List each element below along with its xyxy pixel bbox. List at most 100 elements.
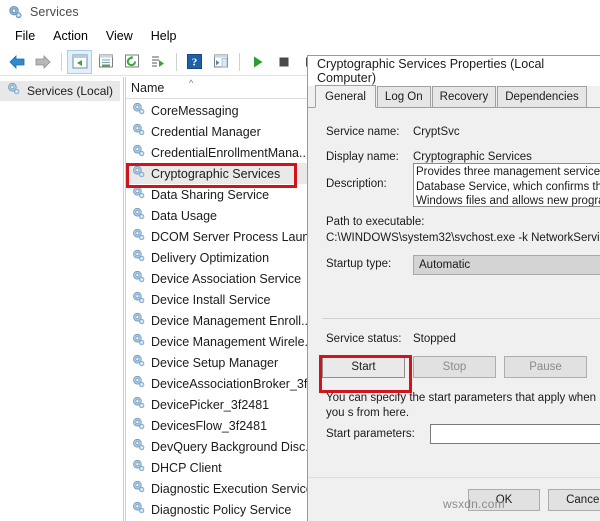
dialog-tabstrip: General Log On Recovery Dependencies <box>308 85 600 108</box>
service-name-cell: Delivery Optimization <box>151 250 270 265</box>
services-gear-icon <box>7 4 23 20</box>
service-name-cell: Diagnostic Policy Service <box>151 502 292 517</box>
service-name-cell: CoreMessaging <box>151 103 239 118</box>
properties-icon[interactable] <box>93 50 118 74</box>
service-gear-icon <box>131 311 146 331</box>
service-gear-icon <box>131 290 146 310</box>
service-name-cell: Device Management Wirele... <box>151 334 315 349</box>
stop-service-icon[interactable] <box>271 50 296 74</box>
tab-dependencies[interactable]: Dependencies <box>497 86 587 107</box>
stop-button: Stop <box>413 356 496 378</box>
service-name-label: Service name: <box>326 126 400 138</box>
tab-recovery[interactable]: Recovery <box>431 86 497 107</box>
service-status-label: Service status: <box>326 333 402 345</box>
service-name-cell: CredentialEnrollmentMana... <box>151 145 310 160</box>
service-name-cell: DevicePicker_3f2481 <box>151 397 270 412</box>
service-gear-icon <box>131 479 146 499</box>
service-gear-icon <box>131 353 146 373</box>
sidebar-item-services-local[interactable]: Services (Local) <box>0 81 120 101</box>
back-arrow-icon[interactable] <box>4 50 29 74</box>
display-name-label: Display name: <box>326 151 399 163</box>
description-textarea[interactable]: Provides three management services: C Da… <box>413 163 600 207</box>
start-parameters-hint: You can specify the start parameters tha… <box>326 392 596 419</box>
column-header-name[interactable]: Name <box>126 81 164 95</box>
service-name-cell: Device Setup Manager <box>151 355 279 370</box>
service-gear-icon <box>131 416 146 436</box>
service-gear-icon <box>131 101 146 121</box>
services-app-window: Services File Action View Help ? Service… <box>0 0 600 521</box>
display-name-value: Cryptographic Services <box>413 151 532 163</box>
service-gear-icon <box>131 248 146 268</box>
pause-button: Pause <box>504 356 587 378</box>
start-parameters-label: Start parameters: <box>326 428 415 440</box>
service-name-cell: Device Management Enroll... <box>151 313 312 328</box>
service-gear-icon <box>131 458 146 478</box>
startup-type-row: Startup type: <box>326 258 391 270</box>
sidebar-item-label: Services (Local) <box>27 84 114 98</box>
service-name-cell: DevQuery Background Disc... <box>151 439 316 454</box>
startup-type-value: Automatic <box>419 259 471 271</box>
service-gear-icon <box>131 374 146 394</box>
toolbar-separator <box>61 52 62 71</box>
service-name-cell: Data Sharing Service <box>151 187 270 202</box>
menu-bar: File Action View Help <box>0 24 600 48</box>
description-line-2: Database Service, which confirms the s <box>416 180 600 193</box>
export-list-icon[interactable] <box>145 50 170 74</box>
service-name-row: Service name: <box>326 126 400 138</box>
console-tree-pane: Services (Local) <box>0 77 124 521</box>
description-label: Description: <box>326 178 387 190</box>
refresh-icon[interactable] <box>119 50 144 74</box>
dialog-body-general: Service name: CryptSvc Display name: Cry… <box>308 108 600 521</box>
menu-help[interactable]: Help <box>142 27 186 45</box>
display-name-value-row: Cryptographic Services <box>413 151 532 163</box>
service-name-cell: Device Install Service <box>151 292 271 307</box>
service-name-cell: Device Association Service <box>151 271 302 286</box>
sort-ascending-icon: ^ <box>189 78 194 88</box>
menu-view[interactable]: View <box>97 27 142 45</box>
description-row: Description: <box>326 178 387 190</box>
startup-type-select[interactable]: Automatic <box>413 255 600 275</box>
forward-arrow-icon[interactable] <box>30 50 55 74</box>
service-gear-icon <box>131 500 146 520</box>
toolbar-separator <box>239 52 240 71</box>
service-name-cell: Credential Manager <box>151 124 261 139</box>
description-line-3: Windows files and allows new programs <box>416 195 600 207</box>
toolbar-separator <box>176 52 177 71</box>
start-service-icon[interactable] <box>245 50 270 74</box>
tab-log-on[interactable]: Log On <box>376 86 431 107</box>
service-gear-icon <box>131 269 146 289</box>
service-gear-icon <box>131 227 146 247</box>
service-properties-dialog: Cryptographic Services Properties (Local… <box>307 55 600 521</box>
show-action-pane-icon[interactable] <box>208 50 233 74</box>
service-gear-icon <box>131 143 146 163</box>
menu-file[interactable]: File <box>6 27 44 45</box>
section-divider <box>322 318 600 319</box>
display-name-row: Display name: <box>326 151 399 163</box>
show-hide-console-tree-icon[interactable] <box>67 49 92 74</box>
service-name-cell: DeviceAssociationBroker_3f... <box>151 376 318 391</box>
services-gear-icon <box>6 81 21 101</box>
tab-general[interactable]: General <box>315 85 376 108</box>
startup-type-label: Startup type: <box>326 258 392 270</box>
svg-text:?: ? <box>192 57 198 69</box>
service-name-cell: DHCP Client <box>151 460 222 475</box>
service-gear-icon <box>131 437 146 457</box>
service-gear-icon <box>131 332 146 352</box>
service-name-cell: DevicesFlow_3f2481 <box>151 418 268 433</box>
description-line-1: Provides three management services: C <box>416 166 600 178</box>
start-parameters-input[interactable] <box>430 424 600 444</box>
service-status-value: Stopped <box>413 333 456 345</box>
service-name-cell: Cryptographic Services <box>151 166 281 181</box>
start-button[interactable]: Start <box>322 356 405 378</box>
service-control-buttons: Start Stop Pause <box>322 356 595 378</box>
help-icon[interactable]: ? <box>182 50 207 74</box>
cancel-button[interactable]: Cancel <box>548 489 600 511</box>
service-gear-icon <box>131 164 146 184</box>
dialog-titlebar: Cryptographic Services Properties (Local… <box>308 56 600 86</box>
service-name-cell: Data Usage <box>151 208 218 223</box>
service-name-cell: DCOM Server Process Laun... <box>151 229 320 244</box>
dialog-title: Cryptographic Services Properties (Local… <box>317 57 545 85</box>
menu-action[interactable]: Action <box>44 27 97 45</box>
service-gear-icon <box>131 206 146 226</box>
service-gear-icon <box>131 395 146 415</box>
